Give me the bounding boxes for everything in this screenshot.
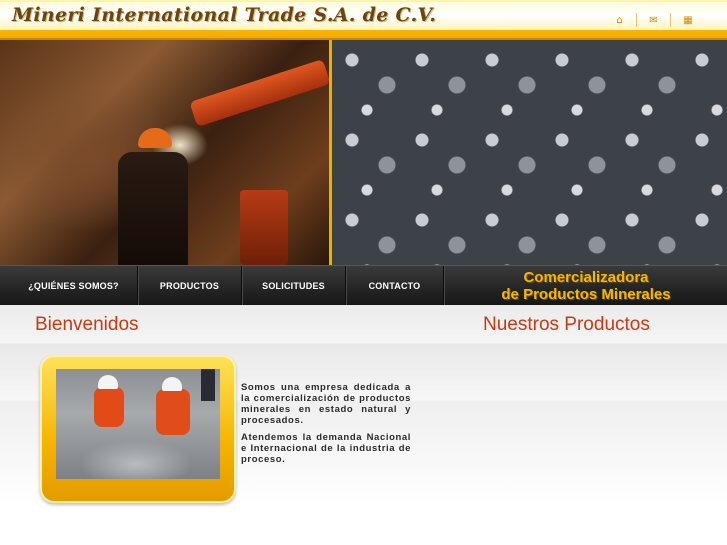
workers-photo: [56, 369, 220, 479]
sitemap-icon[interactable]: ▦: [671, 13, 705, 27]
mining-worker-photo: [0, 40, 329, 265]
standing-person-shape: [201, 369, 215, 401]
nav-solicitudes[interactable]: SOLICITUDES: [242, 266, 346, 306]
main-content: Bienvenidos Nuestros Productos Somos una…: [0, 305, 727, 545]
worker-figure: [118, 152, 188, 265]
home-icon[interactable]: ⌂: [603, 13, 637, 27]
nav-brand-tagline: Comercializadora de Productos Minerales: [445, 266, 727, 306]
brand-line-2: de Productos Minerales: [501, 286, 671, 303]
worker-2-shape: [156, 389, 190, 435]
nav-quienes-somos[interactable]: ¿QUIÉNES SOMOS?: [10, 266, 138, 306]
nav-productos[interactable]: PRODUCTOS: [138, 266, 242, 306]
main-navigation: ¿QUIÉNES SOMOS? PRODUCTOS SOLICITUDES CO…: [0, 265, 727, 306]
intro-text: Somos una empresa dedicada a la comercia…: [241, 382, 411, 465]
header-icons: ⌂ ✉ ▦: [603, 13, 705, 27]
drill-machine-base-shape: [240, 190, 288, 265]
mail-icon[interactable]: ✉: [637, 13, 671, 27]
brand-line-1: Comercializadora: [523, 269, 649, 286]
hero-banner: [0, 40, 727, 265]
worker-2-helmet: [162, 377, 182, 391]
drill-machine-shape: [189, 59, 329, 127]
photo-frame: [40, 355, 236, 503]
worker-helmet: [138, 128, 172, 148]
intro-paragraph-1: Somos una empresa dedicada a la comercia…: [241, 382, 411, 426]
worker-1-shape: [94, 387, 124, 427]
nav-contacto[interactable]: CONTACTO: [346, 266, 444, 306]
products-heading[interactable]: Nuestros Productos: [483, 314, 650, 336]
welcome-heading: Bienvenidos: [35, 314, 139, 335]
worker-1-helmet: [98, 375, 118, 389]
mineral-rocks-photo: [332, 40, 727, 265]
site-logo[interactable]: Mineri International Trade S.A. de C.V.: [12, 4, 436, 28]
intro-paragraph-2: Atendemos la demanda Nacional e Internac…: [241, 432, 411, 465]
site-header: Mineri International Trade S.A. de C.V. …: [0, 0, 727, 40]
